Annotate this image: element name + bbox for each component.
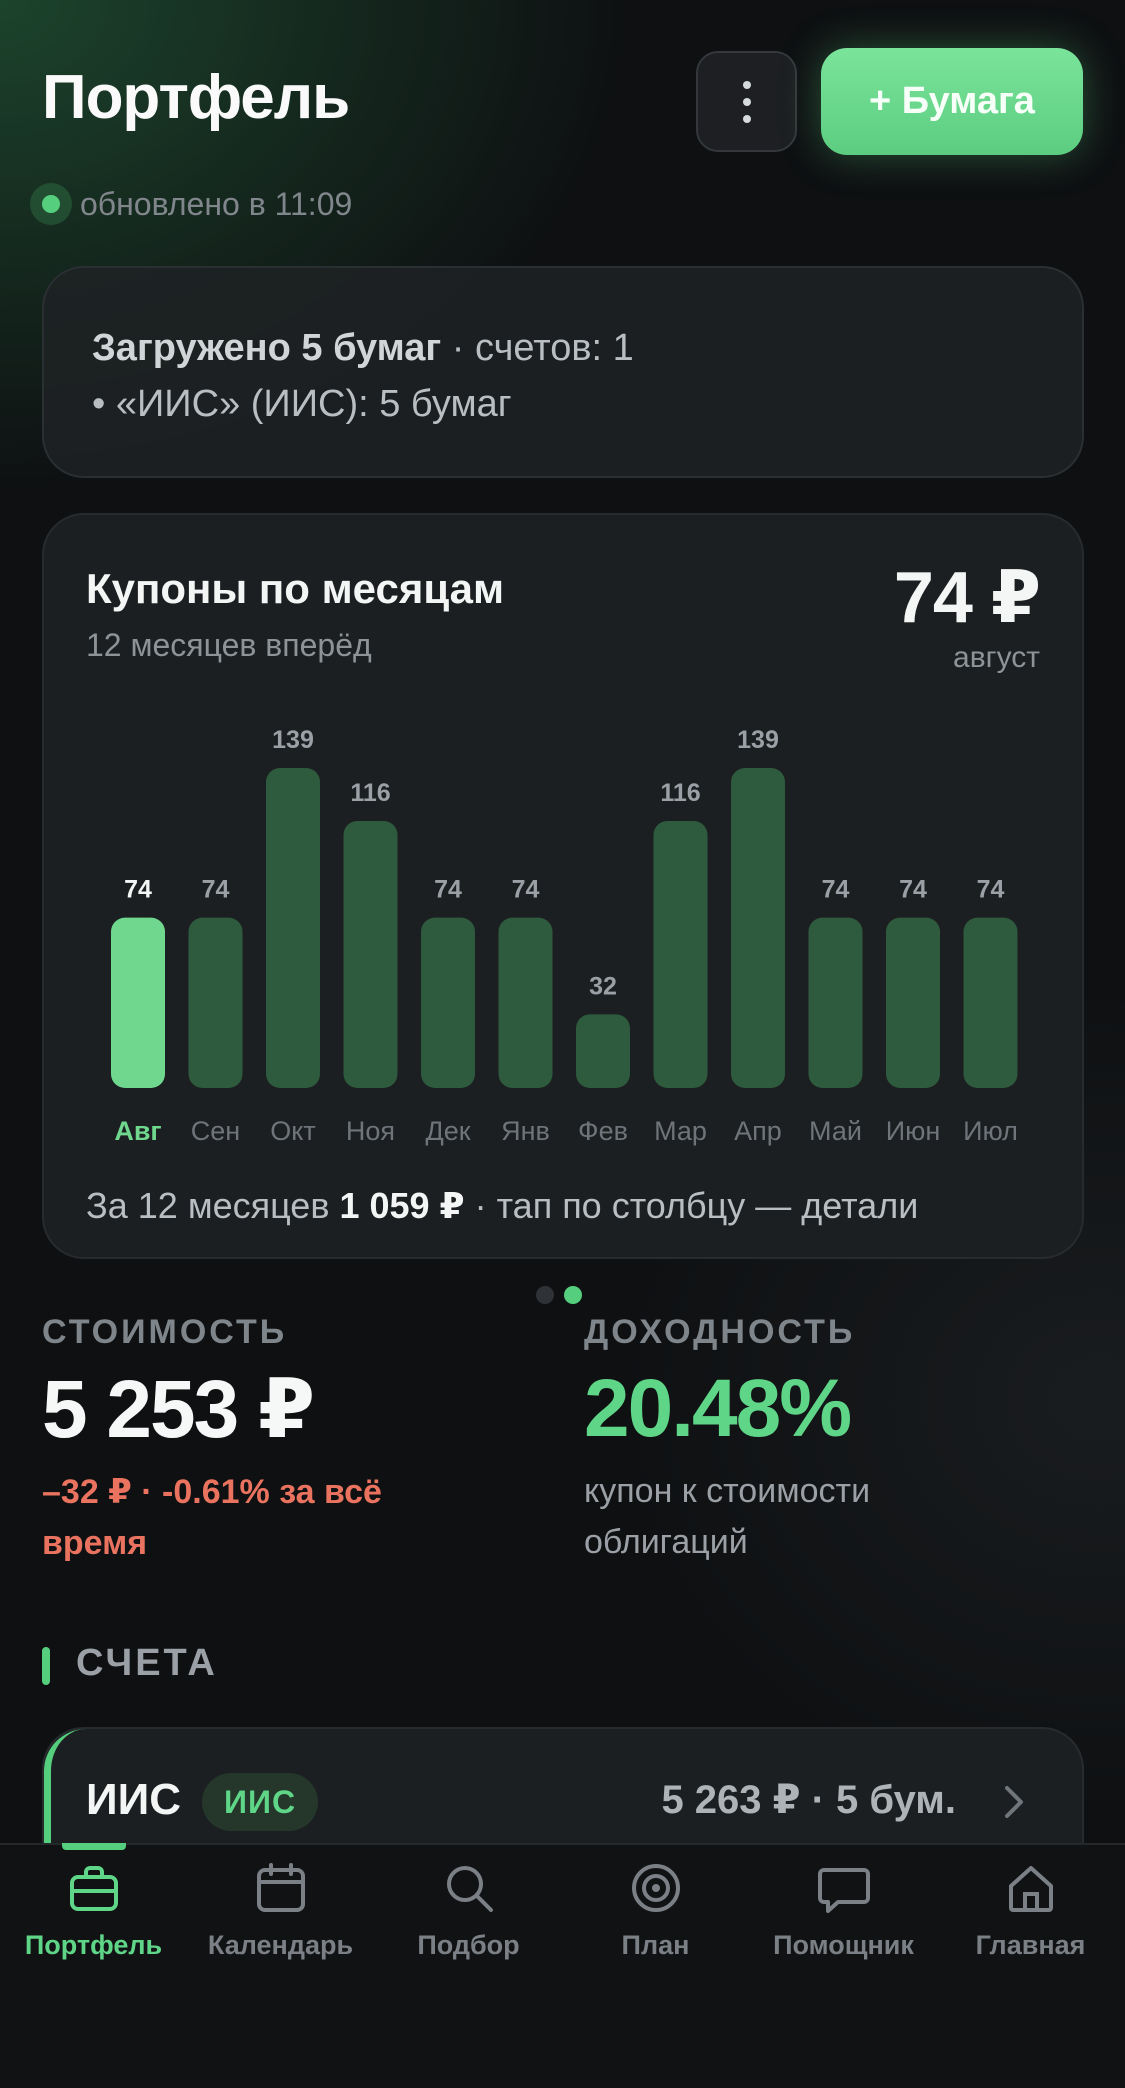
nav-label: Помощник	[773, 1930, 914, 1960]
status-dot-icon	[30, 183, 72, 225]
add-security-button[interactable]: + Бумага	[821, 48, 1083, 155]
more-vertical-icon	[742, 80, 751, 123]
month-tick-label: Дек	[425, 1116, 470, 1146]
coupons-chart-card: Купоны по месяцам 12 месяцев вперёд 74 ₽…	[42, 513, 1084, 1259]
bar-value-label: 74	[977, 876, 1005, 904]
yield-label: ДОХОДНОСТЬ	[584, 1313, 856, 1351]
nav-item-calendar[interactable]: Календарь	[187, 1860, 374, 1961]
page-dot[interactable]	[536, 1286, 554, 1304]
month-tick-label: Май	[809, 1116, 862, 1146]
yield-value: 20.48%	[584, 1363, 852, 1454]
nav-label: Портфель	[24, 1930, 163, 1960]
month-tick-label: Окт	[270, 1116, 315, 1146]
target-icon	[631, 1864, 680, 1912]
month-tick-label: Июл	[963, 1116, 1018, 1146]
bar-value-label: 74	[899, 876, 927, 904]
account-type-badge: ИИС	[202, 1773, 319, 1831]
briefcase-icon	[69, 1866, 118, 1911]
bar-value-label: 116	[660, 779, 700, 807]
nav-active-indicator	[62, 1843, 126, 1850]
footer-prefix: За 12 месяцев	[86, 1185, 340, 1226]
footer-suffix: · тап по столбцу — детали	[464, 1185, 919, 1226]
bar-value-label: 74	[822, 876, 850, 904]
bar-2[interactable]	[266, 768, 320, 1088]
bar-value-label: 74	[202, 876, 230, 904]
account-summary: 5 263 ₽ · 5 бум.	[661, 1778, 956, 1822]
month-tick-label: Сен	[191, 1116, 240, 1146]
nav-item-plan[interactable]: План	[562, 1860, 749, 1961]
yield-note: купон к стоимости облигаций	[584, 1472, 871, 1561]
bar-value-label: 139	[272, 726, 314, 754]
home-icon	[1008, 1866, 1053, 1912]
portfolio-value: 5 253 ₽	[42, 1364, 315, 1455]
bar-8[interactable]	[731, 768, 785, 1088]
nav-label: Календарь	[207, 1930, 354, 1960]
bar-value-label: 32	[589, 972, 617, 1000]
value-change: –32 ₽ · -0.61% за всё время	[42, 1473, 382, 1562]
month-tick-label: Фев	[578, 1116, 628, 1146]
search-icon	[446, 1866, 493, 1912]
month-tick-label: Ноя	[346, 1116, 395, 1146]
nav-item-search[interactable]: Подбор	[375, 1860, 562, 1961]
yield-block: ДОХОДНОСТЬ 20.48% купон к стоимости обли…	[584, 1313, 1064, 1568]
footer-total: 1 059 ₽	[339, 1185, 465, 1226]
coupons-bar-chart: 74 Авг 74 Сен 139 Окт 116 Ноя 74 Дек 74 Янв 32 Фев 116…	[111, 726, 1018, 1146]
nav-label: План	[621, 1930, 690, 1960]
status-text: обновлено в 11:09	[80, 185, 353, 222]
bar-7[interactable]	[653, 820, 708, 1088]
nav-label: Главная	[975, 1930, 1086, 1960]
chart-footer: За 12 месяцев 1 059 ₽ · тап по столбцу —…	[86, 1185, 918, 1227]
chevron-right-icon	[1005, 1786, 1023, 1818]
accounts-count: · счетов: 1	[441, 327, 634, 369]
info-line-2: • «ИИС» (ИИС): 5 бумаг	[92, 383, 512, 425]
accounts-section-title: СЧЕТА	[76, 1642, 218, 1684]
month-tick-label: Мар	[654, 1116, 707, 1146]
more-menu-button[interactable]	[696, 51, 797, 152]
bar-value-label: 74	[434, 876, 462, 904]
nav-item-portfolio[interactable]: Портфель	[0, 1860, 187, 1961]
nav-label: Подбор	[417, 1930, 520, 1960]
section-accent-bar	[42, 1647, 50, 1685]
value-label: СТОИМОСТЬ	[42, 1313, 288, 1351]
bar-1[interactable]	[188, 917, 243, 1088]
bar-0[interactable]	[111, 917, 165, 1088]
bar-value-label: 116	[350, 779, 390, 807]
bar-value-label: 74	[124, 876, 152, 904]
bar-9[interactable]	[808, 917, 863, 1088]
nav-item-assistant[interactable]: Помощник	[750, 1860, 937, 1961]
page-dot-active[interactable]	[564, 1286, 582, 1304]
page-indicator[interactable]	[536, 1286, 582, 1304]
bar-10[interactable]	[886, 917, 940, 1088]
nav-item-home[interactable]: Главная	[937, 1860, 1124, 1961]
info-line-1: Загружено 5 бумаг · счетов: 1	[92, 320, 1034, 376]
month-tick-label: Апр	[734, 1116, 782, 1146]
bar-3[interactable]	[343, 820, 398, 1088]
bar-5[interactable]	[498, 917, 553, 1088]
chat-icon	[817, 1868, 870, 1913]
update-status: обновлено в 11:09	[30, 183, 352, 225]
bar-value-label: 74	[512, 876, 540, 904]
bar-11[interactable]	[963, 917, 1018, 1088]
page-title: Портфель	[42, 63, 350, 132]
portfolio-value-block: СТОИМОСТЬ 5 253 ₽ –32 ₽ · -0.61% за всё …	[42, 1313, 522, 1569]
bar-4[interactable]	[421, 917, 475, 1088]
month-tick-label: Июн	[886, 1116, 941, 1146]
bar-6[interactable]	[576, 1014, 630, 1088]
loaded-count: Загружено 5 бумаг	[92, 327, 442, 369]
bar-value-label: 139	[737, 726, 779, 754]
account-name: ИИС	[86, 1775, 182, 1824]
month-tick-label: Авг	[114, 1116, 161, 1146]
calendar-icon	[256, 1863, 305, 1912]
portfolio-info-card: Загружено 5 бумаг · счетов: 1 • «ИИС» (И…	[42, 266, 1084, 478]
month-tick-label: Янв	[501, 1116, 550, 1146]
